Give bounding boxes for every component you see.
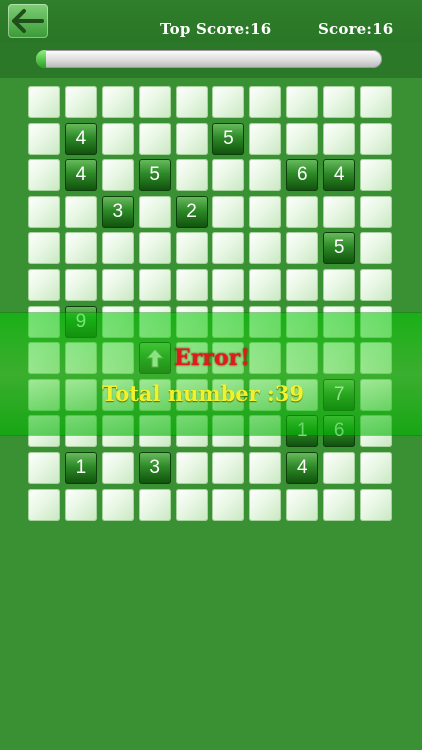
empty-tile[interactable] [101, 488, 134, 521]
empty-tile[interactable] [138, 122, 171, 155]
empty-tile[interactable] [64, 488, 97, 521]
empty-tile[interactable] [28, 122, 60, 155]
empty-tile[interactable] [101, 268, 134, 301]
back-arrow-icon [12, 9, 44, 33]
empty-tile[interactable] [286, 268, 319, 301]
empty-tile[interactable] [28, 159, 60, 192]
empty-tile[interactable] [138, 195, 171, 228]
progress-strip [0, 42, 422, 78]
empty-tile[interactable] [212, 195, 245, 228]
empty-tile[interactable] [212, 159, 245, 192]
empty-tile[interactable] [28, 232, 60, 265]
empty-tile[interactable] [249, 268, 282, 301]
number-tile[interactable]: 5 [323, 232, 356, 265]
number-tile[interactable]: 1 [64, 451, 97, 484]
empty-tile[interactable] [360, 159, 393, 192]
message-overlay [0, 313, 422, 435]
empty-tile[interactable] [175, 159, 208, 192]
empty-tile[interactable] [138, 86, 171, 118]
empty-tile[interactable] [249, 451, 282, 484]
empty-tile[interactable] [175, 122, 208, 155]
empty-tile[interactable] [175, 488, 208, 521]
empty-tile[interactable] [28, 195, 60, 228]
number-tile[interactable]: 3 [138, 451, 171, 484]
empty-tile[interactable] [212, 451, 245, 484]
empty-tile[interactable] [175, 86, 208, 118]
empty-tile[interactable] [323, 488, 356, 521]
empty-tile[interactable] [249, 159, 282, 192]
empty-tile[interactable] [360, 451, 393, 484]
empty-tile[interactable] [249, 195, 282, 228]
number-tile[interactable]: 6 [286, 159, 319, 192]
empty-tile[interactable] [286, 232, 319, 265]
empty-tile[interactable] [101, 86, 134, 118]
empty-tile[interactable] [286, 86, 319, 118]
empty-tile[interactable] [360, 268, 393, 301]
back-button[interactable] [8, 4, 48, 38]
empty-tile[interactable] [101, 232, 134, 265]
number-tile[interactable]: 4 [323, 159, 356, 192]
empty-tile[interactable] [323, 195, 356, 228]
empty-tile[interactable] [175, 268, 208, 301]
number-tile[interactable]: 4 [64, 122, 97, 155]
empty-tile[interactable] [175, 451, 208, 484]
number-tile[interactable]: 2 [175, 195, 208, 228]
empty-tile[interactable] [360, 232, 393, 265]
empty-tile[interactable] [28, 488, 60, 521]
empty-tile[interactable] [64, 232, 97, 265]
empty-tile[interactable] [64, 268, 97, 301]
number-tile[interactable]: 5 [138, 159, 171, 192]
empty-tile[interactable] [249, 86, 282, 118]
empty-tile[interactable] [138, 232, 171, 265]
progress-fill [36, 50, 47, 68]
number-tile[interactable]: 3 [101, 195, 134, 228]
empty-tile[interactable] [323, 86, 356, 118]
empty-tile[interactable] [360, 86, 393, 118]
empty-tile[interactable] [212, 268, 245, 301]
empty-tile[interactable] [249, 488, 282, 521]
number-tile[interactable]: 4 [64, 159, 97, 192]
empty-tile[interactable] [323, 268, 356, 301]
empty-tile[interactable] [323, 122, 356, 155]
number-tile[interactable]: 5 [212, 122, 245, 155]
error-message: Error! [174, 345, 250, 371]
empty-tile[interactable] [101, 122, 134, 155]
empty-tile[interactable] [175, 232, 208, 265]
empty-tile[interactable] [101, 159, 134, 192]
empty-tile[interactable] [212, 232, 245, 265]
score-label: Score:16 [318, 20, 394, 38]
empty-tile[interactable] [360, 488, 393, 521]
empty-tile[interactable] [286, 122, 319, 155]
empty-tile[interactable] [360, 122, 393, 155]
empty-tile[interactable] [323, 451, 356, 484]
empty-tile[interactable] [360, 195, 393, 228]
empty-tile[interactable] [249, 122, 282, 155]
game-board: 4545643259716134 [28, 86, 393, 521]
top-score-label: Top Score:16 [160, 20, 272, 38]
empty-tile[interactable] [64, 86, 97, 118]
empty-tile[interactable] [212, 86, 245, 118]
empty-tile[interactable] [286, 195, 319, 228]
empty-tile[interactable] [212, 488, 245, 521]
empty-tile[interactable] [249, 232, 282, 265]
empty-tile[interactable] [28, 268, 60, 301]
empty-tile[interactable] [64, 195, 97, 228]
empty-tile[interactable] [138, 268, 171, 301]
empty-tile[interactable] [101, 451, 134, 484]
number-tile[interactable]: 4 [286, 451, 319, 484]
empty-tile[interactable] [28, 451, 60, 484]
empty-tile[interactable] [286, 488, 319, 521]
empty-tile[interactable] [28, 86, 60, 118]
top-bar: Top Score:16 Score:16 [0, 0, 422, 42]
progress-bar [36, 50, 382, 68]
total-number-message: Total number :39 [102, 381, 304, 406]
empty-tile[interactable] [138, 488, 171, 521]
